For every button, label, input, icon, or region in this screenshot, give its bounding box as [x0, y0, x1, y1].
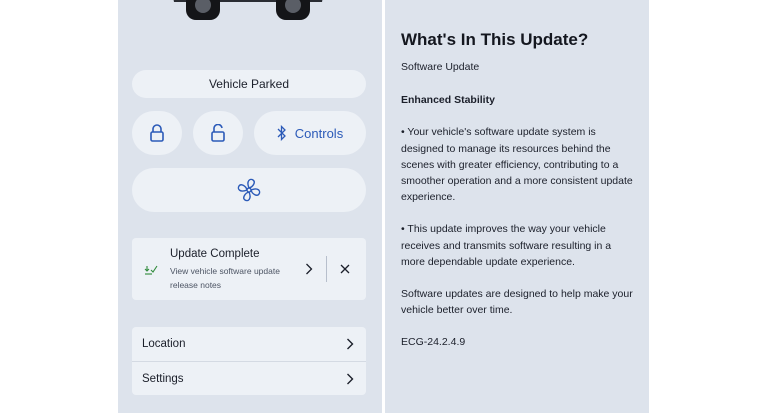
chevron-right-icon [306, 263, 313, 275]
download-check-icon [144, 264, 158, 279]
menu-item-label: Settings [142, 372, 184, 385]
menu-item-settings[interactable]: Settings [132, 361, 366, 395]
close-icon [340, 264, 350, 274]
fan-icon [237, 178, 261, 202]
vehicle-menu-list: Location Settings [132, 327, 366, 395]
menu-item-label: Location [142, 338, 186, 350]
vehicle-image [173, 0, 323, 20]
lock-icon [150, 124, 164, 142]
bluetooth-icon [277, 125, 286, 141]
chevron-right-icon [347, 373, 354, 385]
release-notes-heading: Enhanced Stability [401, 94, 495, 107]
unlock-button[interactable] [193, 111, 243, 155]
release-notes-bullet: • This update improves the way your vehi… [401, 223, 612, 268]
update-card-divider [326, 256, 327, 282]
update-card-open-button[interactable] [302, 261, 316, 277]
update-complete-card[interactable]: Update Complete View vehicle software up… [132, 238, 366, 300]
controls-label: Controls [294, 125, 344, 141]
vehicle-home-panel: Vehicle Parked Controls Update Complete … [118, 0, 382, 413]
release-notes-title: What's In This Update? [401, 30, 589, 49]
lock-button[interactable] [132, 111, 182, 155]
release-notes-panel: What's In This Update? Software Update E… [385, 0, 649, 413]
chevron-right-icon [347, 338, 354, 350]
vehicle-status-label: Vehicle Parked [208, 77, 290, 91]
vehicle-status-pill: Vehicle Parked [132, 70, 366, 98]
release-notes-closing: Software updates are designed to help ma… [401, 288, 633, 317]
climate-fan-button[interactable] [132, 168, 366, 212]
update-card-subtitle: View vehicle software update release not… [170, 266, 280, 290]
menu-item-location[interactable]: Location [132, 327, 366, 361]
software-version: ECG-24.2.4.9 [401, 336, 466, 349]
unlock-icon [211, 124, 225, 142]
release-notes-bullet: • Your vehicle's software update system … [401, 126, 633, 204]
release-notes-subtitle: Software Update [401, 61, 480, 73]
update-card-close-button[interactable] [337, 261, 353, 277]
controls-button[interactable]: Controls [254, 111, 366, 155]
update-card-title: Update Complete [170, 248, 260, 260]
